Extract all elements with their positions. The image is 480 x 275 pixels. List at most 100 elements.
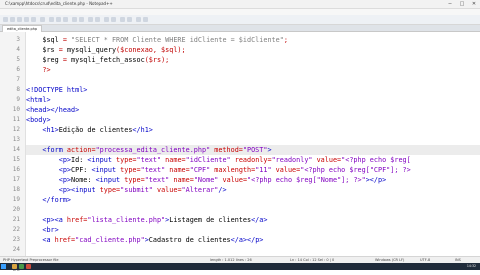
line-number: 6 [16, 66, 20, 73]
maximize-button[interactable]: □ [456, 0, 468, 8]
paste-icon[interactable] [63, 17, 68, 22]
print-icon[interactable] [40, 17, 45, 22]
replace-icon[interactable] [95, 17, 100, 22]
code-token: method= [210, 146, 243, 154]
code-token: Cadastro de clientes [148, 236, 231, 244]
save-all-icon[interactable] [24, 17, 29, 22]
zoom-in-icon[interactable] [104, 17, 109, 22]
code-token: <p> [26, 156, 72, 164]
code-token: "<?php echo $reg["CPF"]; ?> [300, 166, 411, 174]
line-number: 24 [12, 246, 20, 253]
code-token: "text" [144, 176, 170, 184]
code-line[interactable]: <p>Nome: <input type="text" name="Nome" … [26, 175, 480, 185]
line-number: 10 [12, 106, 20, 113]
code-line[interactable]: </form> [26, 195, 480, 205]
code-line[interactable] [26, 245, 480, 255]
code-token: type= [99, 186, 121, 194]
code-line[interactable]: <h1>Edição de clientes</h1> [26, 125, 480, 135]
line-number: 3 [16, 36, 20, 43]
line-number: 9 [16, 96, 20, 103]
code-token: $rs [26, 46, 55, 54]
code-token: "Alterar" [181, 186, 219, 194]
code-line[interactable]: <p><a href="lista_cliente.php">Listagem … [26, 215, 480, 225]
file-explorer-icon[interactable] [12, 264, 17, 269]
code-editor[interactable]: $sql = "SELECT * FROM Cliente WHERE idCl… [26, 32, 480, 256]
code-line[interactable]: <p><input type="submit" value="Alterar"/… [26, 185, 480, 195]
code-token: ($rs); [144, 56, 170, 64]
line-number: 8 [16, 86, 20, 93]
record-macro-icon[interactable] [136, 17, 141, 22]
line-number: 18 [12, 186, 20, 193]
code-line[interactable] [26, 205, 480, 215]
code-line[interactable]: <a href="cad_cliente.php">Cadastro de cl… [26, 235, 480, 245]
code-line[interactable]: $rs = mysqli_query($conexao, $sql); [26, 45, 480, 55]
code-token: mysqli_fetch_assoc [71, 56, 145, 64]
code-token: </form> [26, 196, 72, 204]
undo-icon[interactable] [72, 17, 77, 22]
close-button[interactable]: ✕ [468, 0, 480, 8]
code-token: "<?php echo $reg[ [341, 156, 411, 164]
start-icon[interactable] [1, 264, 6, 269]
zoom-out-icon[interactable] [111, 17, 116, 22]
code-token: <p><a [26, 216, 67, 224]
find-icon[interactable] [88, 17, 93, 22]
line-number: 13 [12, 136, 20, 143]
close-file-icon[interactable] [31, 17, 36, 22]
code-line[interactable]: <br> [26, 225, 480, 235]
code-line[interactable]: <p>CPF: <input type="text" name="CPF" ma… [26, 165, 480, 175]
code-token: name= [165, 166, 190, 174]
code-token: <input [91, 166, 121, 174]
line-number: 12 [12, 126, 20, 133]
code-token: mysqli_query [66, 46, 117, 54]
code-token: value= [271, 166, 301, 174]
code-token: "lista_cliente.php" [87, 216, 166, 224]
line-number: 19 [12, 196, 20, 203]
code-token: </a></p> [230, 236, 264, 244]
code-token: <head></head> [26, 106, 80, 114]
code-token: <a [26, 236, 55, 244]
minimize-button[interactable]: ─ [444, 0, 456, 8]
code-line[interactable]: <!DOCTYPE html> [26, 85, 480, 95]
open-file-icon[interactable] [10, 17, 15, 22]
tab-edita-cliente[interactable]: edita_cliente.php [2, 25, 43, 32]
copy-icon[interactable] [56, 17, 61, 22]
code-line[interactable]: ?> [26, 65, 480, 75]
code-token: ; [283, 36, 288, 44]
line-number-gutter: 3456789101112131415161718192021222324252… [0, 32, 26, 273]
code-token: "11" [255, 166, 272, 174]
code-token: "readonly" [271, 156, 313, 164]
code-token: <h1> [26, 126, 59, 134]
redo-icon[interactable] [79, 17, 84, 22]
status-bar: PHP Hypertext Preprocessor file length :… [0, 256, 480, 263]
code-line[interactable]: <head></head> [26, 105, 480, 115]
code-token: type= [120, 166, 141, 174]
code-token: = [58, 36, 72, 44]
show-all-chars-icon[interactable] [127, 17, 132, 22]
code-token: "cad_cliente.php" [75, 236, 145, 244]
code-token: $sql [26, 36, 59, 44]
code-line[interactable] [26, 135, 480, 145]
cut-icon[interactable] [49, 17, 54, 22]
code-line[interactable]: $reg = mysqli_fetch_assoc($rs); [26, 55, 480, 65]
notepadpp-icon[interactable] [19, 264, 24, 269]
browser-icon[interactable] [26, 264, 31, 269]
save-icon[interactable] [17, 17, 22, 22]
code-line[interactable]: <html> [26, 95, 480, 105]
code-line[interactable] [26, 75, 480, 85]
line-number: 17 [12, 176, 20, 183]
word-wrap-icon[interactable] [120, 17, 125, 22]
code-token: href= [66, 216, 88, 224]
line-number: 22 [12, 226, 20, 233]
code-line[interactable]: <p>Id: <input type="text" name="idClient… [26, 155, 480, 165]
code-line[interactable]: <body> [26, 115, 480, 125]
code-line[interactable]: $sql = "SELECT * FROM Cliente WHERE idCl… [26, 35, 480, 45]
code-token: "text" [136, 156, 162, 164]
code-token: "Nome" [193, 176, 219, 184]
code-token: Listagem de clientes [169, 216, 252, 224]
play-macro-icon[interactable] [143, 17, 148, 22]
code-token: "CPF" [189, 166, 211, 174]
new-file-icon[interactable] [3, 17, 8, 22]
current-code-line[interactable]: <form action="processa_edita_cliente.php… [26, 145, 480, 155]
code-token: > [267, 146, 272, 154]
code-token: </h1> [132, 126, 153, 134]
